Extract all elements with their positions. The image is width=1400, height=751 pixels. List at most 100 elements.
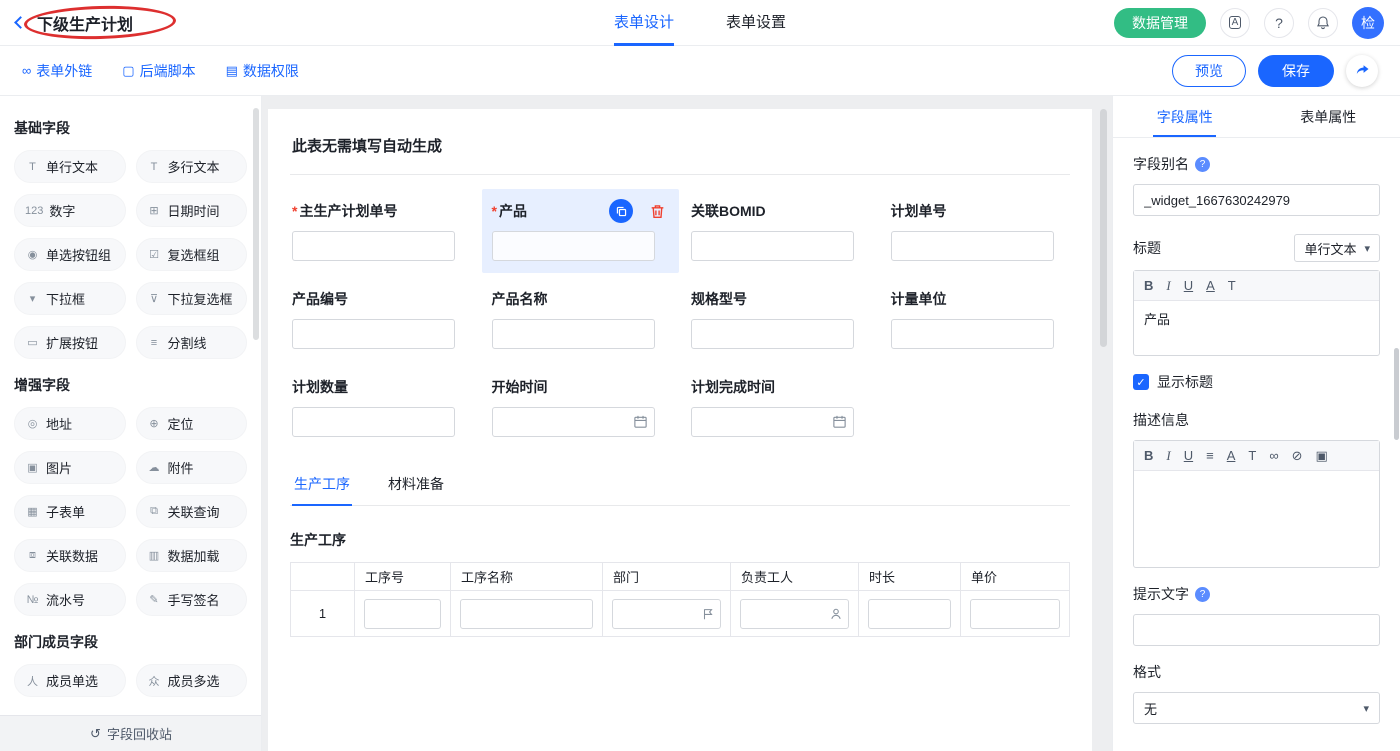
tab-form-properties[interactable]: 表单属性 [1257, 96, 1400, 137]
font-size-icon[interactable]: T [1228, 278, 1236, 293]
sidebar-item-datetime[interactable]: ⊞日期时间 [136, 194, 248, 227]
sidebar-item-location[interactable]: ⊕定位 [136, 407, 248, 440]
canvas-scrollbar[interactable] [1100, 109, 1107, 347]
inspector-scrollbar[interactable] [1394, 348, 1399, 440]
unlink-icon[interactable]: ⊘ [1292, 448, 1303, 464]
font-color-icon[interactable]: A [1206, 278, 1215, 293]
sidebar-item-multi-dropdown[interactable]: ⊽下拉复选框 [136, 282, 248, 315]
save-button[interactable]: 保存 [1258, 55, 1334, 87]
sidebar-item-relation-query[interactable]: ⧉关联查询 [136, 495, 248, 528]
row-index-cell: 1 [291, 591, 355, 637]
sidebar-item-single-line-text[interactable]: T单行文本 [14, 150, 126, 183]
sidebar-item-signature[interactable]: ✎手写签名 [136, 583, 248, 616]
notification-bell-icon[interactable] [1308, 8, 1338, 38]
bold-icon[interactable]: B [1144, 278, 1153, 293]
extend-button-icon: ▭ [25, 336, 40, 349]
sidebar-item-divider[interactable]: ≡分割线 [136, 326, 248, 359]
field-product-code[interactable]: 产品编号 [292, 289, 470, 349]
description-editor-content[interactable] [1134, 471, 1379, 567]
form-external-link[interactable]: ∞ 表单外链 [22, 61, 92, 81]
sidebar-item-multi-line-text[interactable]: T多行文本 [136, 150, 248, 183]
data-manage-button[interactable]: 数据管理 [1114, 8, 1206, 38]
sidebar-item-dropdown[interactable]: ▾下拉框 [14, 282, 126, 315]
field-unit-input[interactable] [891, 319, 1054, 349]
title-editor-content[interactable]: 产品 [1134, 301, 1379, 355]
process-no-input[interactable] [364, 599, 441, 629]
sidebar-item-serial-number[interactable]: №流水号 [14, 583, 126, 616]
field-product-code-input[interactable] [292, 319, 455, 349]
field-spec-model[interactable]: 规格型号 [691, 289, 869, 349]
share-button[interactable] [1346, 55, 1378, 87]
link-icon[interactable]: ∞ [1269, 448, 1278, 463]
sidebar-item-radio-group[interactable]: ◉单选按钮组 [14, 238, 126, 271]
sidebar-item-member-multi[interactable]: 众成员多选 [136, 664, 248, 697]
duration-input[interactable] [868, 599, 951, 629]
subform-row: 1 [291, 591, 1070, 637]
backend-script-link[interactable]: ▢ 后端脚本 [122, 61, 195, 81]
field-start-time[interactable]: 开始时间 [492, 377, 670, 437]
align-icon[interactable]: ≡ [1206, 448, 1214, 463]
field-product-input[interactable] [492, 231, 655, 261]
show-title-checkbox[interactable]: ✓ [1133, 374, 1149, 390]
preview-button[interactable]: 预览 [1172, 55, 1246, 87]
underline-icon[interactable]: U [1184, 278, 1193, 293]
help-icon[interactable]: ? [1264, 8, 1294, 38]
field-spec-model-input[interactable] [691, 319, 854, 349]
sidebar-item-checkbox-group[interactable]: ☑复选框组 [136, 238, 248, 271]
format-select[interactable]: 无 ▾ [1133, 692, 1380, 724]
font-color-icon[interactable]: A [1227, 448, 1236, 463]
data-permission-link[interactable]: ▤ 数据权限 [226, 61, 299, 81]
field-plan-finish-time-input[interactable] [691, 407, 854, 437]
sidebar-item-number[interactable]: 123数字 [14, 194, 126, 227]
sidebar-item-address[interactable]: ◎地址 [14, 407, 126, 440]
sidebar-scrollbar[interactable] [253, 108, 259, 340]
bold-icon[interactable]: B [1144, 448, 1153, 463]
italic-icon[interactable]: I [1166, 278, 1170, 294]
sidebar-item-data-load[interactable]: ▥数据加载 [136, 539, 248, 572]
field-plan-no-input[interactable] [891, 231, 1054, 261]
sidebar-item-attachment[interactable]: ☁附件 [136, 451, 248, 484]
field-start-time-input[interactable] [492, 407, 655, 437]
field-recycle-bin[interactable]: ↺ 字段回收站 [0, 715, 262, 751]
font-size-icon[interactable]: T [1248, 448, 1256, 463]
insert-image-icon[interactable]: ▣ [1316, 448, 1328, 464]
avatar[interactable]: 检 [1352, 7, 1384, 39]
tab-form-design[interactable]: 表单设计 [614, 0, 674, 46]
sidebar-item-subform[interactable]: ▦子表单 [14, 495, 126, 528]
tab-form-settings[interactable]: 表单设置 [726, 0, 786, 46]
hint-text-input[interactable] [1133, 614, 1380, 646]
field-bom-id[interactable]: 关联BOMID [691, 201, 869, 261]
tab-field-properties[interactable]: 字段属性 [1113, 96, 1257, 137]
field-main-plan-no[interactable]: 主生产计划单号 [292, 201, 470, 261]
field-alias-input[interactable] [1133, 184, 1380, 216]
form-designer-app: 下级生产计划 表单设计 表单设置 数据管理 A ? 检 ∞ 表单外链 [0, 0, 1400, 751]
sidebar-item-extend-button[interactable]: ▭扩展按钮 [14, 326, 126, 359]
sidebar-item-relation-data[interactable]: ⧈关联数据 [14, 539, 126, 572]
field-product-name[interactable]: 产品名称 [492, 289, 670, 349]
delete-field-icon[interactable] [645, 199, 669, 223]
hint-help-icon[interactable]: ? [1195, 587, 1210, 602]
field-plan-finish-time[interactable]: 计划完成时间 [691, 377, 869, 437]
underline-icon[interactable]: U [1184, 448, 1193, 463]
process-name-input[interactable] [460, 599, 593, 629]
field-plan-qty[interactable]: 计划数量 [292, 377, 470, 437]
copy-field-icon[interactable] [609, 199, 633, 223]
alias-help-icon[interactable]: ? [1195, 157, 1210, 172]
field-product-name-input[interactable] [492, 319, 655, 349]
sidebar-item-member-single[interactable]: 人成员单选 [14, 664, 126, 697]
field-product-selected[interactable]: 产品 [482, 189, 680, 273]
language-icon[interactable]: A [1220, 8, 1250, 38]
field-plan-qty-input[interactable] [292, 407, 455, 437]
tab-production-process[interactable]: 生产工序 [292, 463, 352, 505]
field-bom-id-input[interactable] [691, 231, 854, 261]
unit-price-input[interactable] [970, 599, 1060, 629]
field-plan-no[interactable]: 计划单号 [891, 201, 1069, 261]
page-title: 下级生产计划 [37, 11, 133, 35]
field-type-select[interactable]: 单行文本 ▾ [1294, 234, 1380, 262]
back-button[interactable] [16, 18, 25, 27]
italic-icon[interactable]: I [1166, 448, 1170, 464]
tab-material-prep[interactable]: 材料准备 [386, 463, 446, 505]
sidebar-item-image[interactable]: ▣图片 [14, 451, 126, 484]
field-unit[interactable]: 计量单位 [891, 289, 1069, 349]
field-main-plan-no-input[interactable] [292, 231, 455, 261]
